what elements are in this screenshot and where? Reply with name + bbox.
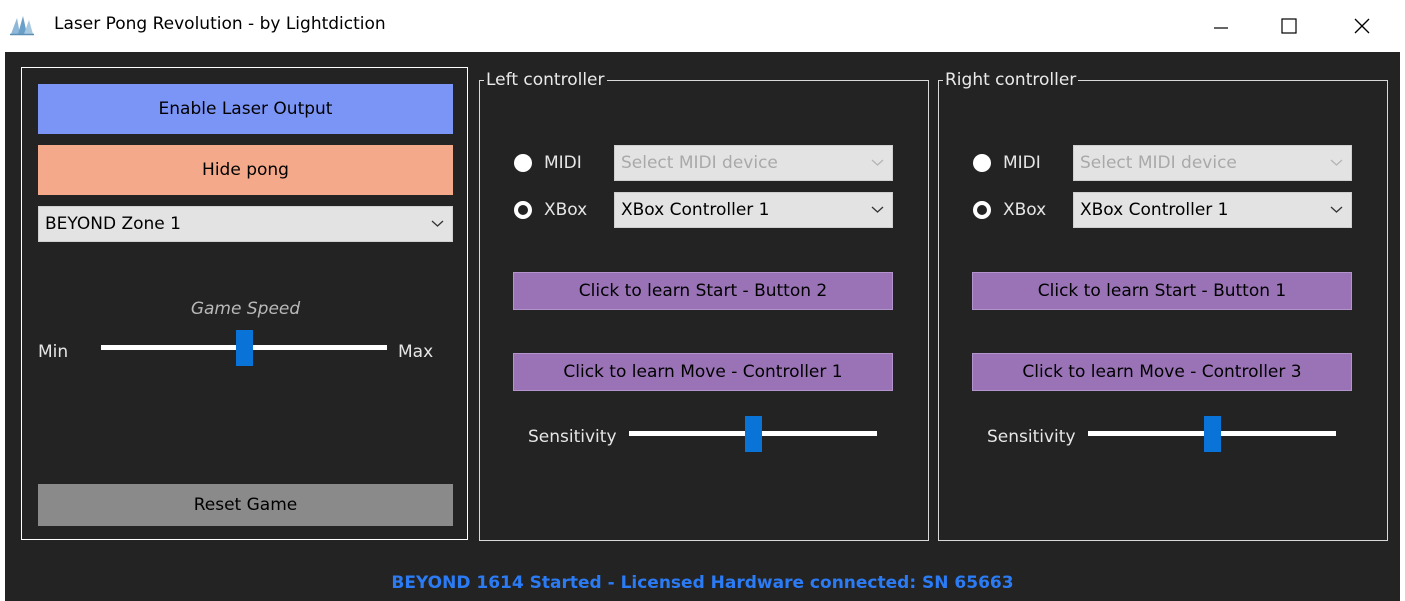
speed-min-label: Min (38, 342, 69, 362)
chevron-down-icon (1330, 206, 1343, 213)
main-controls-panel: Enable Laser Output Hide pong BEYOND Zon… (21, 67, 468, 540)
left-midi-device-placeholder: Select MIDI device (621, 153, 778, 173)
main-window-client: Enable Laser Output Hide pong BEYOND Zon… (5, 52, 1400, 601)
left-xbox-controller-value: XBox Controller 1 (621, 200, 770, 220)
right-learn-start-button[interactable]: Click to learn Start - Button 1 (972, 272, 1352, 310)
left-midi-radio[interactable] (514, 154, 532, 172)
right-midi-device-placeholder: Select MIDI device (1080, 153, 1237, 173)
hide-pong-button[interactable]: Hide pong (38, 145, 453, 195)
game-speed-slider-thumb[interactable] (236, 330, 253, 366)
right-controller-group: Right controller MIDI Select MIDI device… (938, 70, 1388, 541)
right-learn-move-button[interactable]: Click to learn Move - Controller 3 (972, 353, 1352, 391)
window-title: Laser Pong Revolution - by Lightdiction (54, 14, 386, 34)
right-sensitivity-label: Sensitivity (987, 427, 1076, 447)
close-icon (1354, 18, 1370, 34)
zone-select-value: BEYOND Zone 1 (45, 214, 181, 234)
enable-laser-output-button[interactable]: Enable Laser Output (38, 84, 453, 134)
right-xbox-controller-value: XBox Controller 1 (1080, 200, 1229, 220)
right-sensitivity-slider-thumb[interactable] (1204, 416, 1221, 452)
right-xbox-label: XBox (1003, 200, 1047, 220)
left-controller-legend: Left controller (486, 70, 605, 90)
left-midi-label: MIDI (544, 153, 582, 173)
speed-max-label: Max (398, 342, 434, 362)
right-midi-device-select[interactable]: Select MIDI device (1073, 145, 1352, 181)
right-xbox-radio[interactable] (973, 201, 991, 219)
left-learn-start-button[interactable]: Click to learn Start - Button 2 (513, 272, 893, 310)
left-controller-group: Left controller MIDI Select MIDI device … (479, 70, 929, 541)
right-midi-label: MIDI (1003, 153, 1041, 173)
right-midi-radio[interactable] (973, 154, 991, 172)
minimize-icon (1214, 27, 1228, 29)
left-xbox-controller-select[interactable]: XBox Controller 1 (614, 192, 893, 228)
chevron-down-icon (1330, 159, 1343, 166)
reset-game-button[interactable]: Reset Game (38, 484, 453, 526)
title-bar: Laser Pong Revolution - by Lightdiction (0, 0, 1405, 52)
left-xbox-label: XBox (544, 200, 588, 220)
left-learn-move-button[interactable]: Click to learn Move - Controller 1 (513, 353, 893, 391)
status-bar-text: BEYOND 1614 Started - Licensed Hardware … (391, 573, 1014, 593)
app-logo-icon (10, 16, 34, 36)
chevron-down-icon (871, 206, 884, 213)
left-sensitivity-label: Sensitivity (528, 427, 617, 447)
maximize-button[interactable] (1266, 0, 1312, 52)
right-controller-legend: Right controller (945, 70, 1077, 90)
right-xbox-controller-select[interactable]: XBox Controller 1 (1073, 192, 1352, 228)
chevron-down-icon (871, 159, 884, 166)
close-button[interactable] (1339, 0, 1385, 52)
left-xbox-radio[interactable] (514, 201, 532, 219)
zone-select[interactable]: BEYOND Zone 1 (38, 206, 453, 242)
chevron-down-icon (431, 220, 444, 227)
maximize-icon (1281, 18, 1297, 34)
left-midi-device-select[interactable]: Select MIDI device (614, 145, 893, 181)
left-sensitivity-slider-thumb[interactable] (745, 416, 762, 452)
game-speed-label: Game Speed (190, 299, 301, 319)
minimize-button[interactable] (1198, 0, 1244, 52)
